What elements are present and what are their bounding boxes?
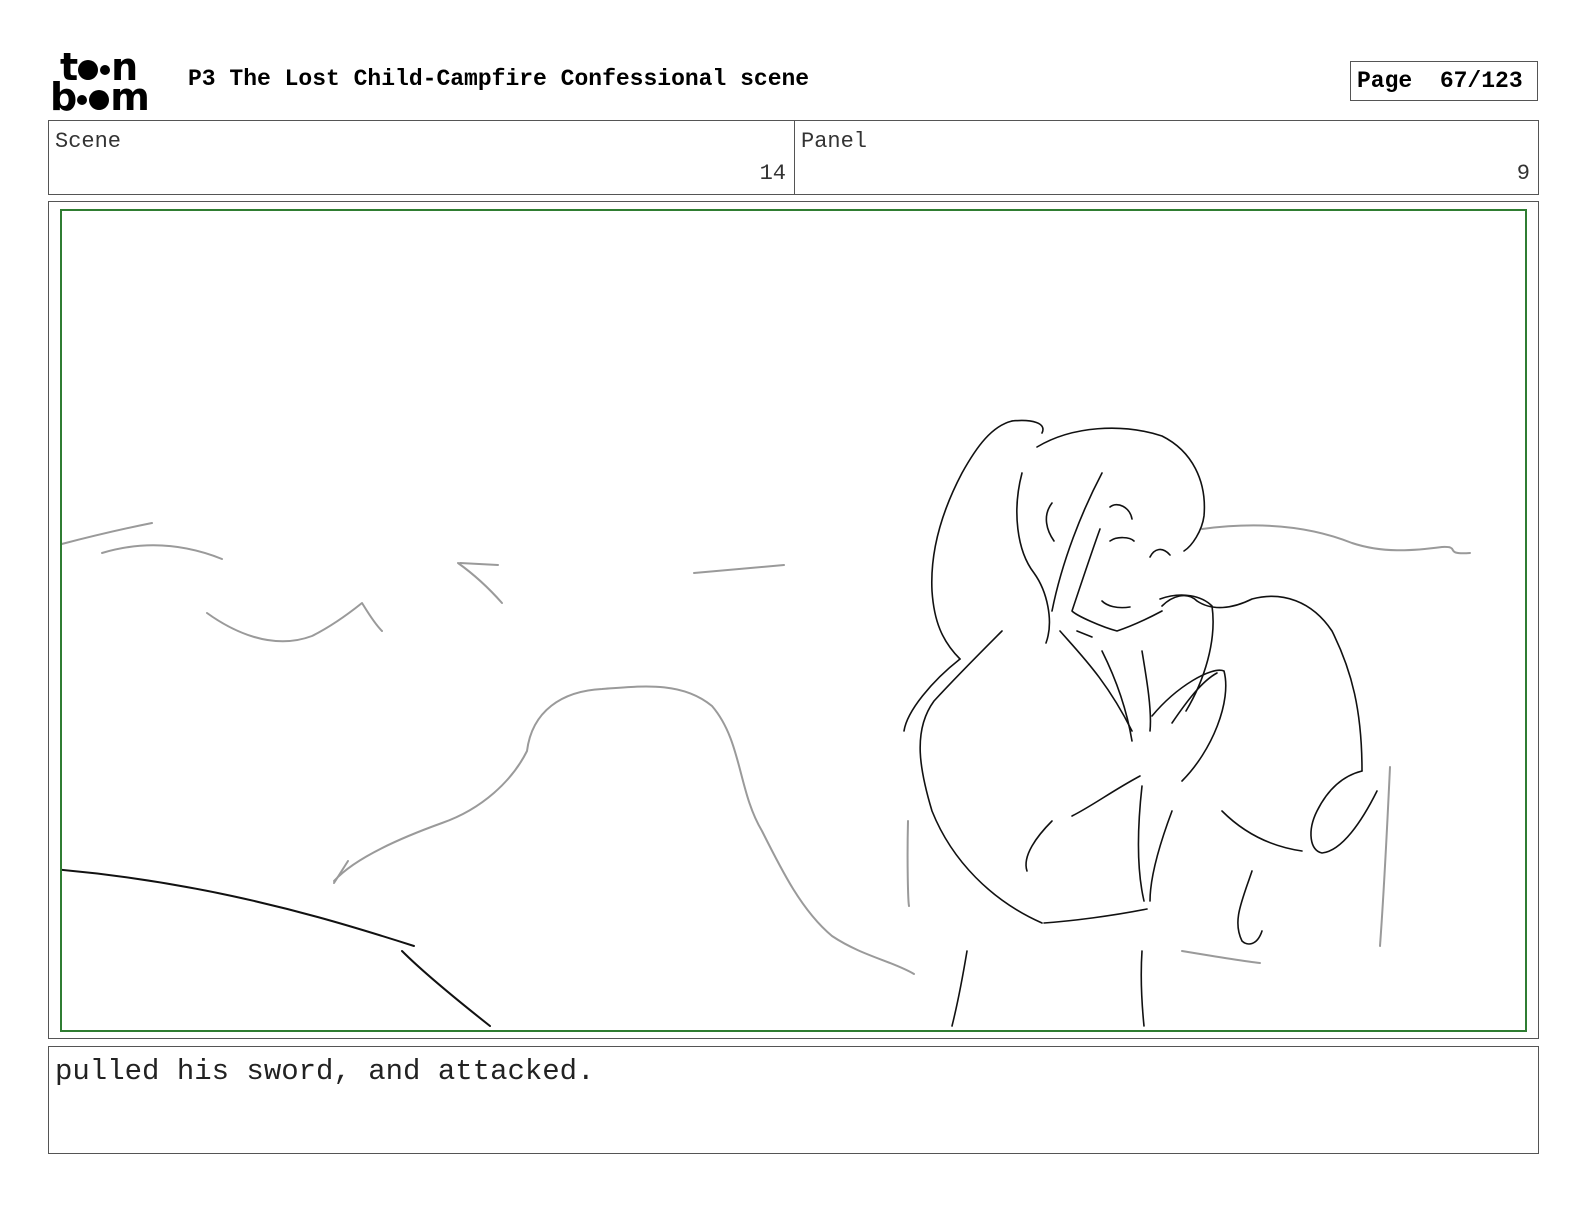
page-label: Page (1357, 68, 1413, 94)
panel-frame (60, 209, 1527, 1032)
logo-dot (89, 89, 110, 110)
storyboard-sketch (62, 419, 1471, 1027)
panel-cell: Panel 9 (795, 121, 1538, 194)
scene-cell: Scene 14 (49, 121, 795, 194)
page-counter: Page 67/123 (1350, 61, 1538, 101)
logo-dot-small (77, 94, 88, 105)
panel-number: 9 (1516, 161, 1530, 186)
page-number: 67/123 (1439, 68, 1523, 94)
logo-letter-m: m (110, 75, 150, 119)
dialogue-box: pulled his sword, and attacked. (48, 1046, 1539, 1154)
ground-lines (62, 868, 491, 1027)
scene-panel-info: Scene 14 Panel 9 (48, 120, 1539, 195)
logo-dot (78, 59, 99, 80)
page-title: P3 The Lost Child-Campfire Confessional … (188, 66, 810, 92)
logo-dot-small (100, 64, 111, 75)
character-child (1161, 594, 1378, 945)
logo-word-boom: bm (50, 78, 150, 116)
dialogue-text: pulled his sword, and attacked. (55, 1055, 595, 1088)
character-girl (903, 419, 1227, 1027)
logo-letter-b: b (50, 75, 77, 119)
scene-number: 14 (759, 161, 786, 186)
toon-boom-logo: tn bm (50, 48, 166, 116)
panel-label: Panel (801, 129, 868, 154)
scene-label: Scene (55, 129, 122, 154)
